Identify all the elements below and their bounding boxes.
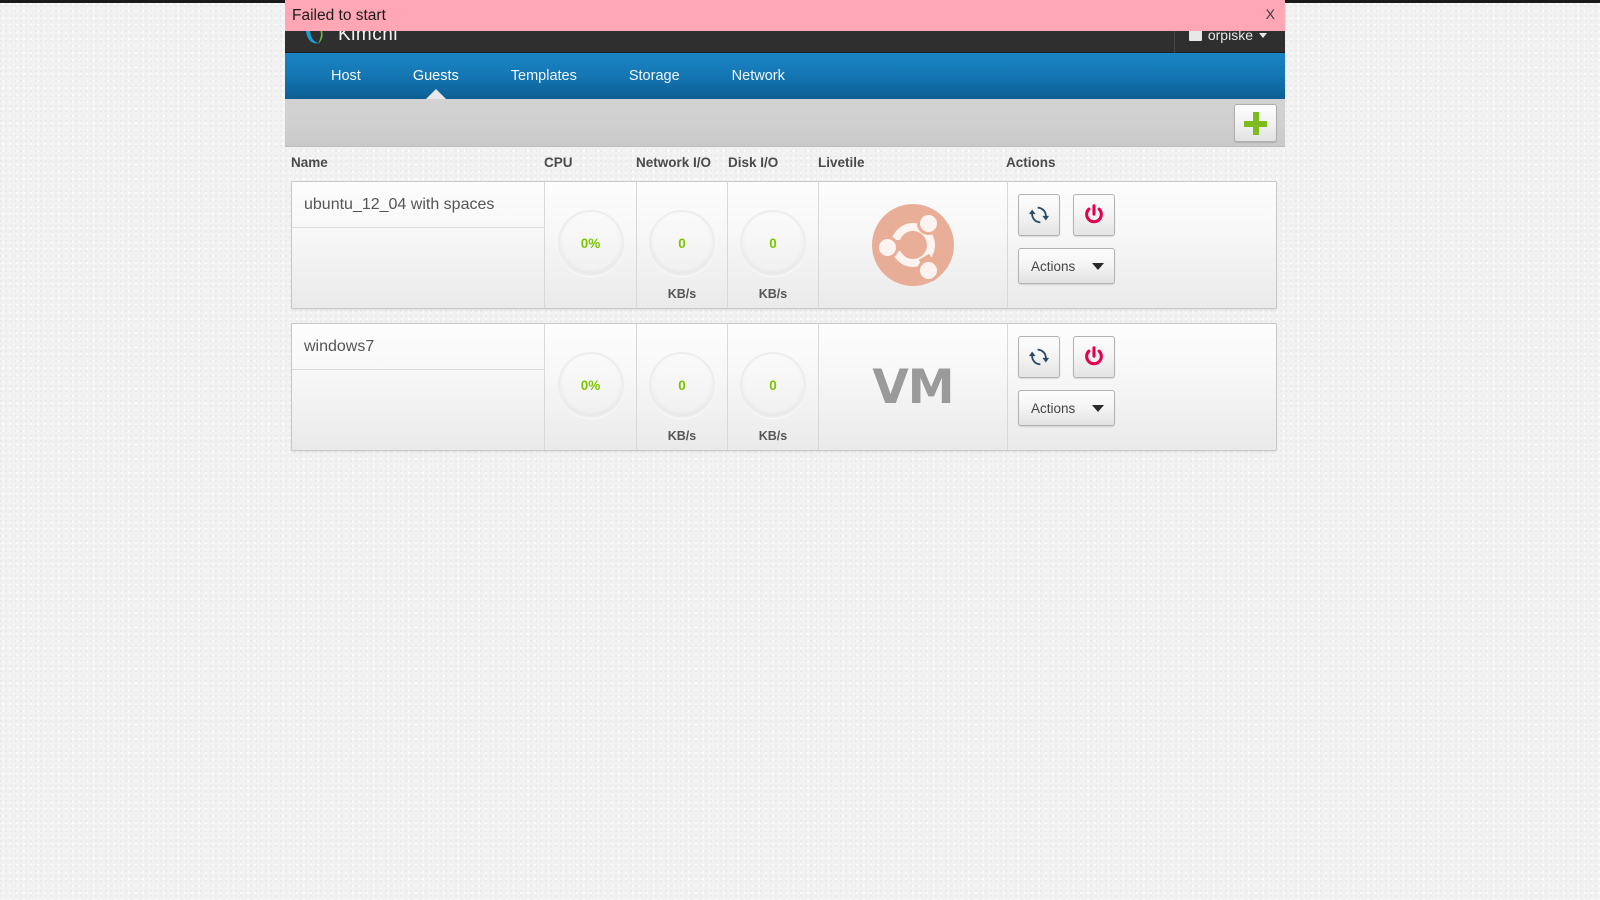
nav-item-label: Host bbox=[331, 68, 361, 84]
power-icon bbox=[1085, 204, 1104, 224]
guest-list: ubuntu_12_04 with spaces 0% 0 KB/s 0 KB/… bbox=[291, 181, 1277, 465]
nav-item-host[interactable]: Host bbox=[305, 53, 387, 99]
power-button[interactable] bbox=[1073, 194, 1116, 236]
actions-dropdown-label: Actions bbox=[1031, 258, 1076, 274]
chevron-down-icon bbox=[1092, 404, 1104, 412]
guest-name: windows7 bbox=[292, 324, 544, 370]
cpu-value: 0% bbox=[580, 377, 601, 393]
vm-placeholder-icon: VM bbox=[872, 359, 954, 415]
column-header-name: Name bbox=[291, 155, 328, 170]
cpu-gauge: 0% bbox=[557, 352, 624, 418]
reset-icon bbox=[1028, 348, 1050, 366]
power-icon bbox=[1085, 346, 1104, 366]
guest-table-header: Name CPU Network I/O Disk I/O Livetile A… bbox=[285, 155, 1285, 179]
network-io-value: 0 bbox=[678, 377, 686, 393]
close-icon[interactable]: X bbox=[1266, 7, 1275, 21]
application-shell: Kimchi orpiske Host Guests Templates Sto… bbox=[285, 3, 1285, 897]
network-io-gauge-cell: 0 KB/s bbox=[637, 182, 728, 308]
user-icon bbox=[1188, 29, 1202, 41]
reset-button[interactable] bbox=[1018, 336, 1060, 378]
guest-name-cell: ubuntu_12_04 with spaces bbox=[292, 182, 545, 308]
nav-item-guests[interactable]: Guests bbox=[387, 53, 485, 100]
network-io-unit: KB/s bbox=[667, 287, 697, 301]
power-button[interactable] bbox=[1073, 336, 1116, 378]
nav-item-storage[interactable]: Storage bbox=[603, 53, 706, 99]
cpu-value: 0% bbox=[580, 235, 601, 251]
actions-dropdown-button[interactable]: Actions bbox=[1018, 390, 1115, 426]
reset-icon bbox=[1028, 206, 1050, 224]
nav-item-label: Network bbox=[731, 68, 785, 84]
reset-button[interactable] bbox=[1018, 194, 1060, 236]
table-row[interactable]: ubuntu_12_04 with spaces 0% 0 KB/s 0 KB/… bbox=[291, 181, 1277, 309]
disk-io-gauge-cell: 0 KB/s bbox=[728, 324, 819, 450]
plus-icon bbox=[1244, 111, 1267, 135]
main-navigation: Host Guests Templates Storage Network bbox=[285, 53, 1285, 100]
actions-dropdown-label: Actions bbox=[1031, 400, 1076, 416]
chevron-down-icon bbox=[1092, 262, 1104, 270]
column-header-network-io: Network I/O bbox=[636, 155, 712, 170]
guest-name: ubuntu_12_04 with spaces bbox=[292, 182, 544, 228]
network-io-gauge-cell: 0 KB/s bbox=[637, 324, 728, 450]
alert-banner: Failed to start X bbox=[285, 0, 1285, 31]
nav-item-label: Guests bbox=[412, 68, 459, 84]
network-io-unit: KB/s bbox=[667, 429, 697, 443]
nav-item-network[interactable]: Network bbox=[706, 53, 811, 99]
column-header-livetile: Livetile bbox=[818, 155, 865, 170]
network-io-gauge: 0 bbox=[649, 352, 715, 418]
nav-item-label: Storage bbox=[628, 68, 680, 84]
guest-name-cell: windows7 bbox=[292, 324, 545, 450]
actions-dropdown-button[interactable]: Actions bbox=[1018, 248, 1115, 284]
disk-io-value: 0 bbox=[769, 377, 777, 393]
cpu-gauge-cell: 0% bbox=[545, 182, 637, 308]
guest-actions-cell: Actions bbox=[1008, 182, 1276, 308]
disk-io-unit: KB/s bbox=[758, 429, 788, 443]
chevron-down-icon bbox=[1259, 32, 1267, 38]
disk-io-gauge-cell: 0 KB/s bbox=[728, 182, 819, 308]
network-io-gauge: 0 bbox=[649, 210, 715, 276]
disk-io-gauge: 0 bbox=[740, 210, 806, 276]
network-io-value: 0 bbox=[678, 235, 686, 251]
disk-io-unit: KB/s bbox=[758, 287, 788, 301]
disk-io-gauge: 0 bbox=[740, 352, 806, 418]
livetile-cell[interactable]: VM bbox=[819, 324, 1008, 450]
add-guest-button[interactable] bbox=[1234, 104, 1277, 142]
nav-item-templates[interactable]: Templates bbox=[485, 53, 603, 99]
disk-io-value: 0 bbox=[769, 235, 777, 251]
column-header-disk-io: Disk I/O bbox=[728, 155, 779, 170]
ubuntu-logo-icon bbox=[872, 204, 954, 286]
alert-message: Failed to start bbox=[292, 6, 386, 24]
table-row[interactable]: windows7 0% 0 KB/s 0 KB/s VM Actions bbox=[291, 323, 1277, 451]
cpu-gauge: 0% bbox=[557, 210, 624, 276]
cpu-gauge-cell: 0% bbox=[545, 324, 637, 450]
guest-actions-cell: Actions bbox=[1008, 324, 1276, 450]
content-toolbar bbox=[285, 99, 1285, 147]
nav-item-label: Templates bbox=[510, 68, 577, 84]
livetile-cell[interactable] bbox=[819, 182, 1008, 308]
column-header-cpu: CPU bbox=[544, 155, 573, 170]
column-header-actions: Actions bbox=[1006, 155, 1056, 170]
